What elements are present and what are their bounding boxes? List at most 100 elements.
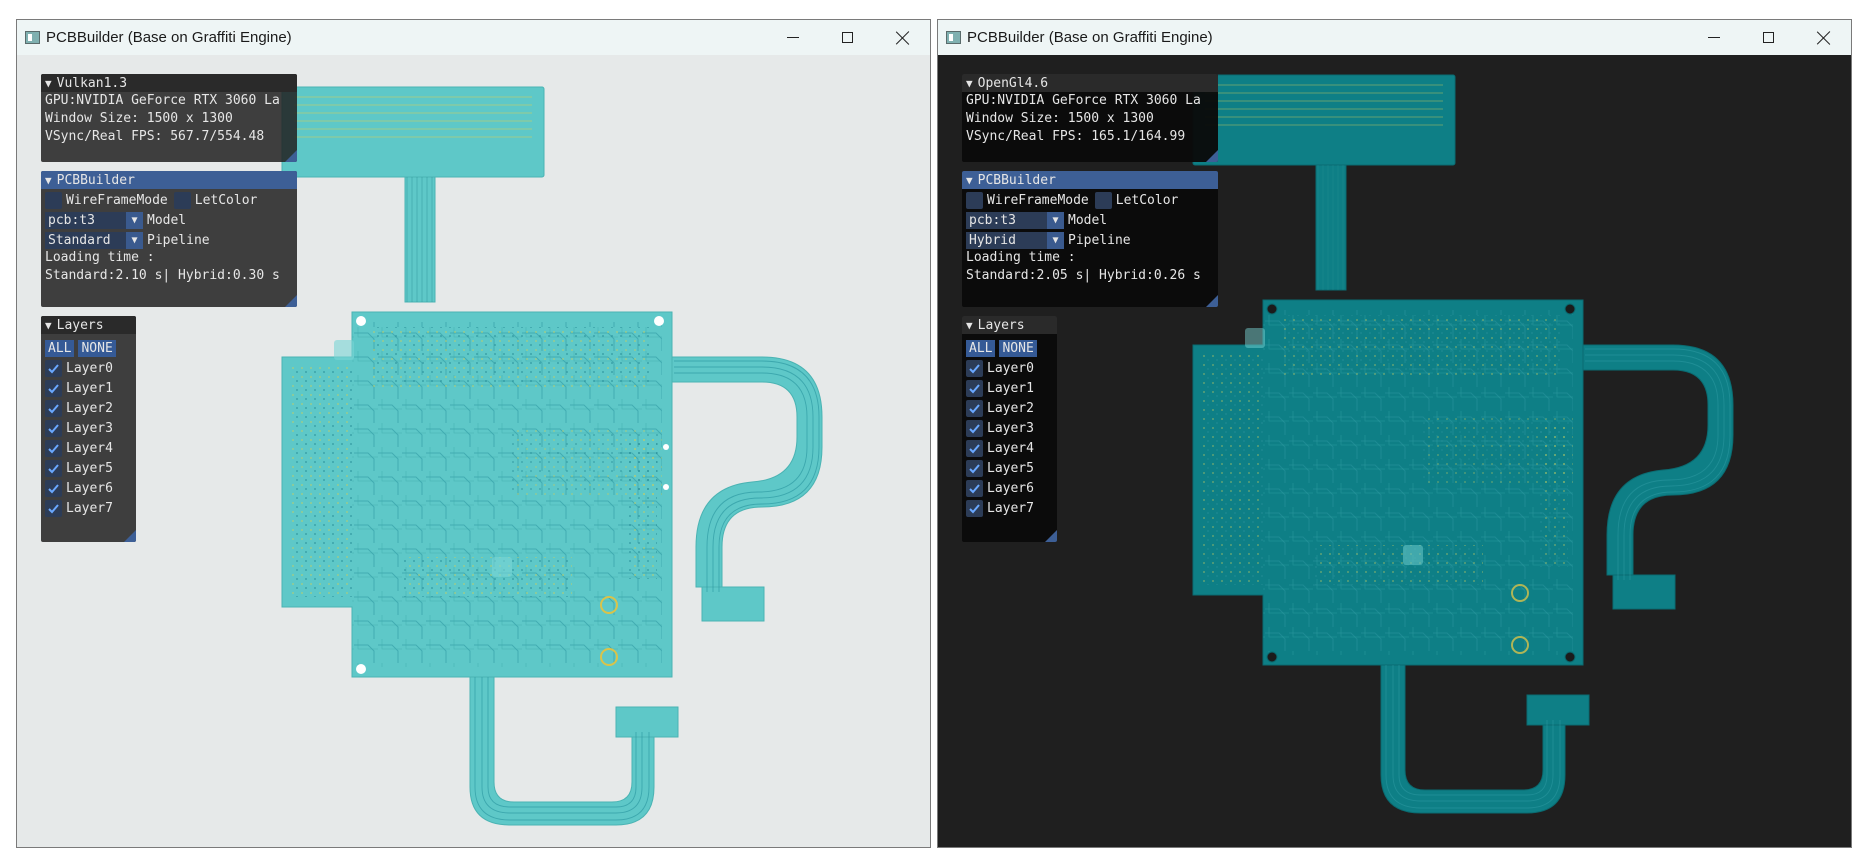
layer-item[interactable]: Layer6 <box>962 479 1057 497</box>
layer-checkbox[interactable] <box>966 359 983 377</box>
layer-item[interactable]: Layer2 <box>41 399 136 417</box>
none-layers-button[interactable]: NONE <box>999 339 1037 357</box>
layers-panel-header[interactable]: ▼ Layers <box>41 316 136 334</box>
app-icon <box>25 31 40 44</box>
model-combo[interactable]: pcb:t3 ▼ <box>45 211 143 229</box>
close-button[interactable] <box>1796 20 1851 55</box>
letcolor-checkbox[interactable] <box>1094 191 1112 209</box>
layers-panel[interactable]: ▼ Layers ALL NONE Layer0 Layer1 Layer2 La… <box>41 316 136 542</box>
minimize-button[interactable] <box>1686 20 1741 55</box>
wireframe-checkbox[interactable] <box>966 191 983 209</box>
layer-checkbox[interactable] <box>966 419 983 437</box>
checkmark-icon <box>969 503 980 513</box>
layer-checkbox[interactable] <box>966 399 983 417</box>
layer-checkbox[interactable] <box>45 399 62 417</box>
layer-checkbox[interactable] <box>966 459 983 477</box>
title-bar[interactable]: PCBBuilder (Base on Graffiti Engine) <box>17 20 930 55</box>
resize-grip[interactable] <box>285 295 297 307</box>
window-vulkan[interactable]: PCBBuilder (Base on Graffiti Engine) ▼ Vu… <box>16 19 931 848</box>
render-viewport[interactable]: ▼ Vulkan1.3 GPU:NVIDIA GeForce RTX 3060 L… <box>17 55 930 847</box>
backend-panel[interactable]: ▼ Vulkan1.3 GPU:NVIDIA GeForce RTX 3060 L… <box>41 74 297 162</box>
layer-item[interactable]: Layer0 <box>962 359 1057 377</box>
layer-label: Layer6 <box>66 480 113 496</box>
pipeline-combo-value: Standard <box>45 231 126 249</box>
pipeline-combo[interactable]: Standard ▼ <box>45 231 143 249</box>
window-size-info: Window Size: 1500 x 1300 <box>966 111 1154 126</box>
checkmark-icon <box>969 383 980 393</box>
layers-panel[interactable]: ▼ Layers ALL NONE Layer0 Layer1 Layer2 La… <box>962 316 1057 542</box>
layer-checkbox[interactable] <box>966 439 983 457</box>
checkmark-icon <box>48 383 59 393</box>
pcbbuilder-panel-title: PCBBuilder <box>56 172 135 188</box>
all-layers-button[interactable]: ALL <box>45 339 75 357</box>
layer-checkbox[interactable] <box>966 479 983 497</box>
title-bar[interactable]: PCBBuilder (Base on Graffiti Engine) <box>938 20 1851 55</box>
model-combo[interactable]: pcb:t3 ▼ <box>966 211 1064 229</box>
letcolor-label: LetColor <box>194 192 258 208</box>
layer-item[interactable]: Layer0 <box>41 359 136 377</box>
wireframe-label: WireFrameMode <box>987 192 1089 208</box>
resize-grip[interactable] <box>285 150 297 162</box>
layer-item[interactable]: Layer6 <box>41 479 136 497</box>
letcolor-checkbox[interactable] <box>173 191 191 209</box>
maximize-button[interactable] <box>1741 20 1796 55</box>
maximize-button[interactable] <box>820 20 875 55</box>
backend-panel-header[interactable]: ▼ OpenGl4.6 <box>962 74 1218 92</box>
layer-item[interactable]: Layer5 <box>41 459 136 477</box>
collapse-triangle-icon: ▼ <box>966 173 973 187</box>
layer-item[interactable]: Layer5 <box>962 459 1057 477</box>
layer-checkbox[interactable] <box>45 459 62 477</box>
dropdown-arrow-icon: ▼ <box>1047 231 1064 249</box>
fps-info: VSync/Real FPS: 567.7/554.48 <box>45 129 265 144</box>
layer-item[interactable]: Layer4 <box>41 439 136 457</box>
layer-item[interactable]: Layer1 <box>962 379 1057 397</box>
layer-checkbox[interactable] <box>45 479 62 497</box>
pipeline-combo[interactable]: Hybrid ▼ <box>966 231 1064 249</box>
fps-info: VSync/Real FPS: 165.1/164.99 <box>966 129 1186 144</box>
resize-grip[interactable] <box>1045 530 1057 542</box>
layer-label: Layer1 <box>987 380 1034 396</box>
layer-checkbox[interactable] <box>45 439 62 457</box>
layer-item[interactable]: Layer7 <box>41 499 136 517</box>
render-viewport[interactable]: ▼ OpenGl4.6 GPU:NVIDIA GeForce RTX 3060 L… <box>938 55 1851 847</box>
checkmark-icon <box>48 443 59 453</box>
layer-checkbox[interactable] <box>45 359 62 377</box>
pcbbuilder-panel-header[interactable]: ▼ PCBBuilder <box>962 171 1218 189</box>
all-layers-button[interactable]: ALL <box>966 339 996 357</box>
layer-checkbox[interactable] <box>45 419 62 437</box>
pcbbuilder-panel[interactable]: ▼ PCBBuilder WireFrameMode LetColor pcb:t… <box>41 171 297 307</box>
resize-grip[interactable] <box>1206 150 1218 162</box>
close-icon <box>896 31 910 45</box>
layer-item[interactable]: Layer2 <box>962 399 1057 417</box>
layer-checkbox[interactable] <box>45 379 62 397</box>
backend-panel[interactable]: ▼ OpenGl4.6 GPU:NVIDIA GeForce RTX 3060 L… <box>962 74 1218 162</box>
layer-checkbox[interactable] <box>966 379 983 397</box>
layer-item[interactable]: Layer1 <box>41 379 136 397</box>
backend-panel-header[interactable]: ▼ Vulkan1.3 <box>41 74 297 92</box>
dropdown-arrow-icon: ▼ <box>126 231 143 249</box>
minimize-icon <box>1707 37 1720 38</box>
layer-item[interactable]: Layer3 <box>962 419 1057 437</box>
layer-item[interactable]: Layer4 <box>962 439 1057 457</box>
loading-time-label: Loading time : <box>966 250 1076 265</box>
layer-label: Layer5 <box>987 460 1034 476</box>
layer-item[interactable]: Layer3 <box>41 419 136 437</box>
checkmark-icon <box>48 403 59 413</box>
close-button[interactable] <box>875 20 930 55</box>
pcbbuilder-panel-title: PCBBuilder <box>977 172 1056 188</box>
minimize-button[interactable] <box>765 20 820 55</box>
layers-panel-header[interactable]: ▼ Layers <box>962 316 1057 334</box>
pcbbuilder-panel-header[interactable]: ▼ PCBBuilder <box>41 171 297 189</box>
layer-checkbox[interactable] <box>45 499 62 517</box>
checkmark-icon <box>969 363 980 373</box>
window-opengl[interactable]: PCBBuilder (Base on Graffiti Engine) ▼ Op… <box>937 19 1852 848</box>
layer-item[interactable]: Layer7 <box>962 499 1057 517</box>
pcbbuilder-panel[interactable]: ▼ PCBBuilder WireFrameMode LetColor pcb:t… <box>962 171 1218 307</box>
checkmark-icon <box>48 463 59 473</box>
wireframe-checkbox[interactable] <box>45 191 62 209</box>
none-layers-button[interactable]: NONE <box>78 339 116 357</box>
resize-grip[interactable] <box>1206 295 1218 307</box>
resize-grip[interactable] <box>124 530 136 542</box>
layer-checkbox[interactable] <box>966 499 983 517</box>
layer-label: Layer3 <box>987 420 1034 436</box>
